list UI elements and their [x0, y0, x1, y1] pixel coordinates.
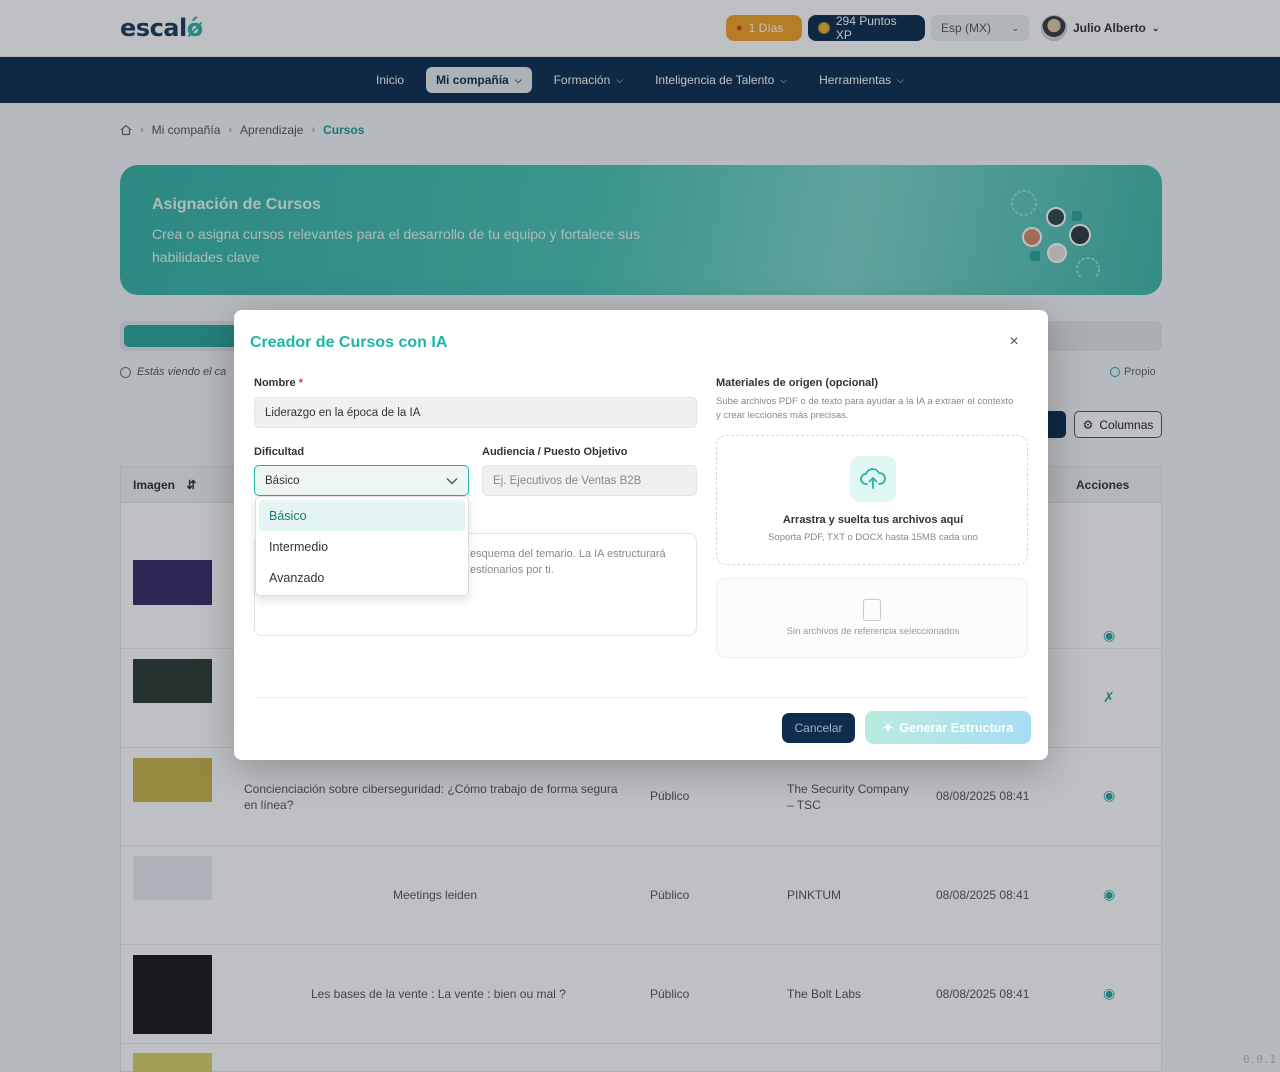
difficulty-select[interactable]: Básico	[254, 465, 469, 496]
generate-structure-label: Generar Estructura	[899, 720, 1014, 735]
name-label: Nombre *	[254, 377, 303, 389]
audience-input[interactable]: Ej. Ejecutivos de Ventas B2B	[482, 465, 697, 496]
cancel-button[interactable]: Cancelar	[782, 713, 855, 743]
required-asterisk: *	[298, 377, 303, 389]
difficulty-option-avanzado[interactable]: Avanzado	[259, 562, 465, 593]
audience-label: Audiencia / Puesto Objetivo	[482, 446, 628, 458]
no-files-text: Sin archivos de referencia seleccionados	[786, 626, 960, 637]
chevron-down-icon	[446, 477, 458, 484]
modal-title: Creador de Cursos con IA	[250, 334, 448, 351]
close-icon[interactable]: ×	[1006, 334, 1022, 350]
course-name-input[interactable]: Liderazgo en la época de la IA	[254, 397, 697, 428]
materials-title: Materiales de origen (opcional)	[716, 377, 878, 389]
upload-cloud-icon	[850, 456, 896, 502]
selected-files-box: Sin archivos de referencia seleccionados	[716, 578, 1028, 658]
difficulty-label: Dificultad	[254, 446, 305, 458]
description-placeholder: esquema del temario. La IA estructurará …	[470, 548, 666, 576]
difficulty-value: Básico	[265, 474, 300, 487]
dropzone-subtitle: Soporta PDF, TXT o DOCX hasta 15MB cada …	[768, 532, 978, 543]
modal-divider	[254, 697, 1028, 698]
sparkles-icon: ✦	[882, 721, 894, 735]
materials-subtitle: Sube archivos PDF o de texto para ayudar…	[716, 396, 1014, 421]
generate-structure-button[interactable]: ✦ Generar Estructura	[865, 711, 1031, 744]
dropzone-title: Arrastra y suelta tus archivos aquí	[782, 514, 964, 526]
file-dropzone[interactable]: Arrastra y suelta tus archivos aquí Sopo…	[716, 435, 1028, 565]
difficulty-option-basico[interactable]: Básico	[259, 500, 465, 531]
difficulty-dropdown-menu: Básico Intermedio Avanzado	[255, 496, 469, 596]
ai-course-creator-modal: Creador de Cursos con IA × Nombre * Lide…	[234, 310, 1048, 760]
file-icon	[863, 599, 881, 621]
difficulty-option-intermedio[interactable]: Intermedio	[259, 531, 465, 562]
